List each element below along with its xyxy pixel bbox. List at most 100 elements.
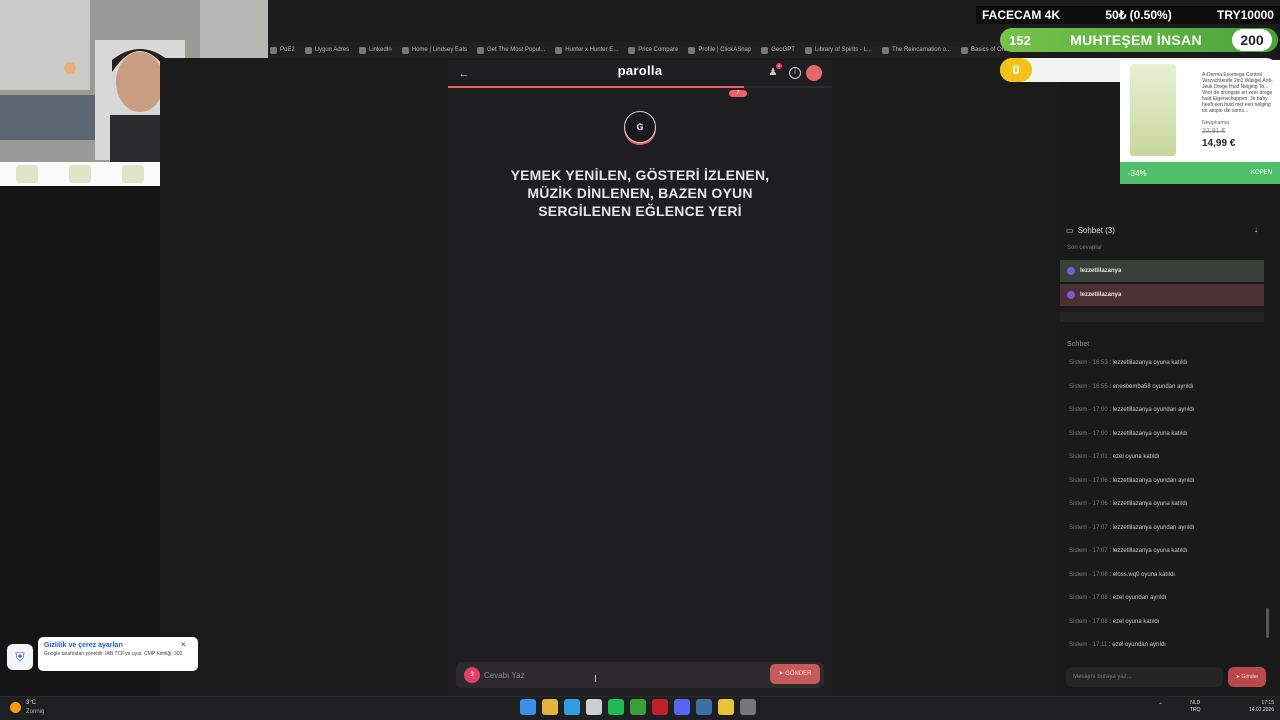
chat-message-text: lezzetlilazanya oyuna katıldı [1112, 501, 1188, 507]
chevron-up-icon[interactable]: ⌃ [1158, 702, 1163, 709]
chat-message-text: enesbemba58 oyundan ayrıldı [1112, 383, 1194, 390]
chevron-down-icon[interactable]: ↓ [1254, 225, 1258, 234]
weather-temp: 3°C [26, 700, 37, 706]
explorer-icon[interactable] [542, 699, 558, 715]
game-logo[interactable]: parolla [560, 63, 720, 78]
goal-progress: 50₺ (0.50%) [1105, 8, 1172, 22]
chat-messages: Sistem - 16:53 : lezzetlilazanya oyuna k… [1069, 358, 1259, 664]
chat-message: Sistem - 17:00 : lezzetlilazanya oyundan… [1069, 407, 1195, 413]
start-icon[interactable] [520, 699, 536, 715]
bookmark-icon [555, 46, 563, 54]
bookmark-item[interactable]: Uygun Adres [304, 46, 349, 54]
chat-message-text: lezzetlilazanya oyundan ayrıldı [1112, 477, 1195, 484]
chat-message-text: ezel oyuna katıldı [1112, 454, 1160, 460]
xbox-icon[interactable] [630, 699, 646, 715]
chat-message: Sistem - 17:08 : eloss.wq0 oyuna katıldı [1069, 571, 1176, 578]
recent-answers-label: Son cevaplar [1067, 245, 1103, 251]
bookmark-item[interactable]: GeoGPT [761, 46, 795, 54]
bookmark-label: Price Compare [638, 47, 679, 53]
ad-product-image[interactable] [1130, 64, 1176, 156]
language-indicator[interactable]: NLD TRQ [1190, 700, 1201, 714]
chat-message-text: ezel oyuna katıldı [1112, 618, 1160, 625]
chat-message: Sistem - 17:06 : lezzetlilazanya oyundan… [1069, 477, 1195, 484]
bookmark-icon [804, 46, 812, 54]
text-cursor-icon: I [594, 674, 597, 685]
spotify-icon[interactable] [608, 699, 624, 715]
store-icon[interactable] [586, 699, 602, 715]
chat-message: Sistem - 16:55 : enesbemba58 oyundan ayr… [1069, 383, 1194, 390]
obs-icon[interactable] [740, 699, 756, 715]
send-answer-button[interactable]: ➤ GÖNDER [770, 664, 820, 684]
chat-message: Sistem - 17:08 : ezel oyuna katıldı [1069, 618, 1160, 625]
bookmark-item[interactable]: Get The Most Popul... [477, 46, 545, 54]
edge-icon[interactable] [564, 699, 580, 715]
ad-cta[interactable]: KOPEN [1251, 170, 1272, 176]
cookie-notice[interactable]: Gizlilik ve çerez ayarları Google tarafı… [38, 637, 198, 671]
clock-time: 17:15 [1261, 700, 1274, 706]
weather-icon[interactable] [10, 702, 21, 713]
back-arrow-icon[interactable]: ← [456, 66, 472, 82]
bookmark-label: PoE2 [280, 47, 295, 53]
info-icon[interactable]: i [789, 67, 801, 79]
chat-send-button[interactable]: ➤ Gönder [1228, 667, 1266, 687]
score-row-1-right: 200 [1232, 29, 1272, 51]
chat-message-input[interactable] [1066, 667, 1223, 687]
recent-answer: lezzetlilazanya [1060, 284, 1264, 306]
bookmark-icon [961, 46, 968, 54]
bookmarks-bar: PoE2 Uygun Adres LinkedIn Home | Lindsey Ea… [268, 42, 1010, 58]
facecam-label: FACECAM 4K [982, 8, 1061, 22]
chat-bubble-icon: ▭ [1066, 225, 1074, 235]
cookie-text: Google tarafından yönetilir. IAB TCF'ye … [44, 651, 183, 657]
ad-buy-bar[interactable]: -34% KOPEN [1120, 162, 1280, 184]
chat-message-system: Sistem - 16:55 [1069, 383, 1108, 390]
bookmark-item[interactable]: PoE2 [270, 46, 295, 54]
bookmark-item[interactable]: LinkedIn [359, 46, 392, 54]
recent-answer: lezzetlilazanya [1060, 260, 1264, 282]
players-icon[interactable]: ♟ 4 [766, 63, 782, 80]
bookmark-item[interactable]: Price Compare [628, 46, 679, 54]
bookmark-label: GeoGPT [771, 47, 795, 53]
ad-description: A-Derma Exomega Control Verzachtende 2in… [1202, 72, 1273, 114]
red-app-icon[interactable] [652, 699, 668, 715]
chat-message: Sistem - 17:07 : lezzetlilazanya oyundan… [1069, 524, 1195, 531]
bookmark-item[interactable]: The Reincarnation o... [881, 46, 951, 54]
bookmark-item[interactable]: Profile | ClickASnap [688, 46, 751, 54]
chat-message-text: ezel oyundan ayrıldı [1112, 595, 1167, 601]
steam-icon[interactable] [696, 699, 712, 715]
avatar[interactable] [806, 65, 822, 81]
donation-goal: FACECAM 4K 50₺ (0.50%) TRY10000 [976, 6, 1280, 24]
answer-input[interactable] [484, 666, 754, 684]
current-letter: G [624, 111, 656, 143]
chat-message: Sistem - 17:08 : ezel oyundan ayrıldı [1069, 595, 1167, 601]
hint-heart-icon[interactable]: 3 [464, 667, 480, 683]
chat-message-system: Sistem - 17:07 [1069, 548, 1108, 554]
chat-message: Sistem - 17:07 : lezzetlilazanya oyuna k… [1069, 548, 1188, 554]
bookmark-label: Library of Spirits - L... [814, 47, 872, 53]
bookmark-item[interactable]: Home | Lindsey Eats [401, 46, 467, 54]
players-badge: 4 [776, 63, 782, 69]
chat-message-system: Sistem - 17:00 [1069, 430, 1108, 437]
chat-message-system: Sistem - 17:08 [1069, 595, 1108, 601]
bookmark-item[interactable]: Library of Spirits - L... [804, 46, 872, 54]
left-panel [0, 186, 160, 696]
ad-brand: Newpharma [1202, 120, 1229, 126]
bookmark-item[interactable]: Hunter x Hunter E... [555, 46, 618, 54]
chat-message-system: Sistem - 17:08 [1069, 618, 1108, 625]
chrome-icon[interactable] [718, 699, 734, 715]
clock[interactable]: 17:15 14.02.2026 [1238, 700, 1274, 714]
bookmark-icon [359, 46, 367, 54]
shield-icon[interactable]: ⛨ [7, 644, 33, 670]
chat-message-text: ezel oyundan ayrıldı [1112, 642, 1166, 648]
goal-target: TRY10000 [1217, 8, 1274, 22]
lang-secondary: TRQ [1190, 707, 1201, 713]
chat-scrollbar[interactable] [1266, 608, 1269, 638]
chat-message-system: Sistem - 17:06 [1069, 501, 1108, 507]
close-icon[interactable]: × [181, 640, 186, 649]
discord-icon[interactable] [674, 699, 690, 715]
chat-message-text: lezzetlilazanya oyuna katıldı [1112, 360, 1188, 366]
system-tray[interactable]: ⌃ [1158, 702, 1163, 709]
timer-progress [448, 86, 744, 88]
recent-answer-user: lezzetlilazanya [1080, 268, 1122, 274]
chat-header: ▭ Sohbet (3) [1066, 224, 1270, 236]
chat-message-system: Sistem - 17:06 [1069, 477, 1108, 484]
